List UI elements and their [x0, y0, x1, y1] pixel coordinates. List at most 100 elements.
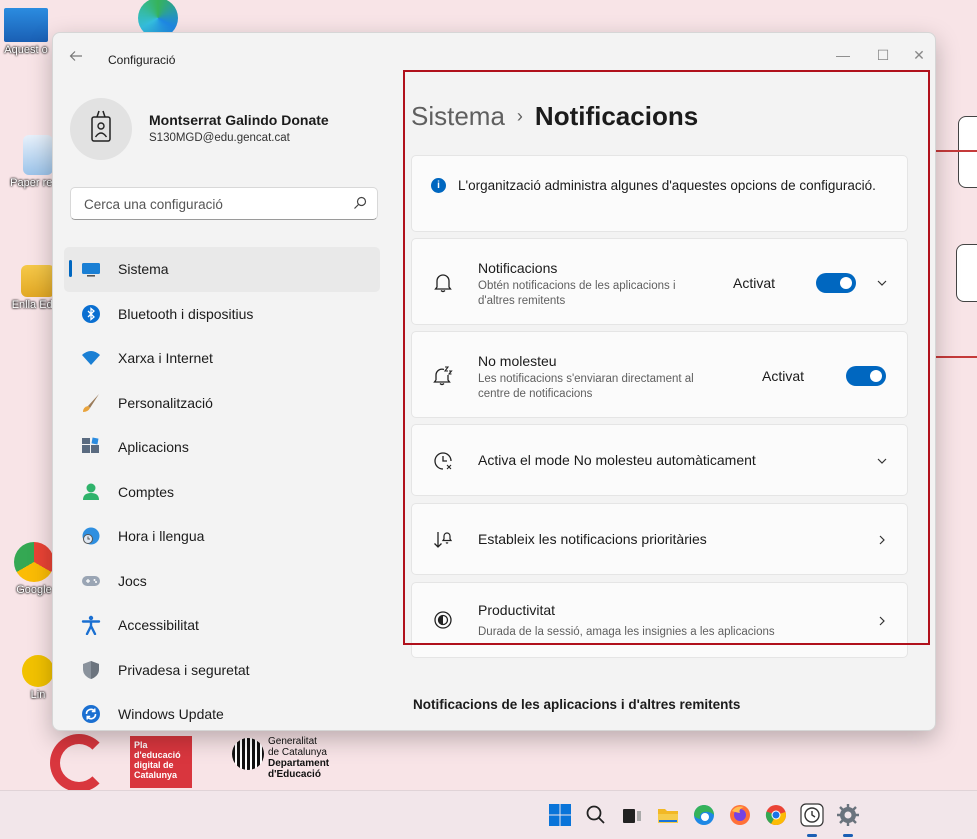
file-explorer-icon[interactable]: [656, 803, 680, 827]
productivity-subtitle: Durada de la sessió, amaga les insignies…: [478, 626, 775, 638]
sidebar-item-personalization[interactable]: Personalització: [64, 381, 380, 426]
logo-text: Departament: [268, 758, 330, 769]
task-view-icon[interactable]: [620, 803, 644, 827]
notifications-setting-row[interactable]: Notificacions Obtén notificacions de les…: [411, 238, 908, 325]
sidebar-item-apps[interactable]: Aplicacions: [64, 425, 380, 470]
sidebar-item-label: Privadesa i seguretat: [118, 661, 250, 678]
generalitat-logo: Generalitat de Catalunya Departament d'E…: [268, 736, 329, 780]
sidebar-item-accounts[interactable]: Comptes: [64, 470, 380, 515]
notifications-toggle[interactable]: [816, 273, 856, 293]
section-heading: Notificacions de les aplicacions i d'alt…: [413, 697, 741, 712]
sidebar-item-label: Personalització: [118, 394, 213, 411]
chevron-down-icon[interactable]: [875, 454, 889, 468]
wifi-icon: [82, 351, 100, 365]
search-input[interactable]: Cerca una configuració: [70, 187, 378, 220]
back-button[interactable]: [67, 49, 85, 67]
bluetooth-icon: [82, 304, 100, 323]
sidebar-item-sistema[interactable]: Sistema: [64, 247, 380, 292]
window-title: Configuració: [108, 53, 176, 67]
brush-icon: [83, 393, 99, 412]
chrome-icon: [14, 542, 54, 582]
person-icon: [83, 483, 99, 500]
focus-icon: [434, 611, 452, 629]
dnd-subtitle: centre de notificacions: [478, 388, 593, 400]
title-bar[interactable]: Configuració — ☐ ✕: [53, 33, 935, 81]
chrome-icon[interactable]: [764, 803, 788, 827]
sidebar-item-gaming[interactable]: Jocs: [64, 559, 380, 604]
notifications-title: Notificacions: [478, 260, 558, 276]
toggle-knob: [870, 370, 882, 382]
dnd-title: No molesteu: [478, 353, 557, 369]
productivity-title: Productivitat: [478, 602, 556, 618]
shortcut-icon: [22, 655, 54, 687]
pla-logo-circle: [50, 734, 108, 790]
sidebar-item-label: Windows Update: [118, 706, 224, 722]
desktop-icon-this-pc[interactable]: Aquest o: [0, 8, 56, 56]
productivity-row[interactable]: Productivitat Durada de la sessió, amaga…: [411, 582, 908, 658]
desktop-icon-label: Aquest o: [4, 44, 48, 56]
logo-text: digital de: [134, 760, 174, 770]
active-app-indicator: [807, 834, 817, 837]
nav-list: Sistema Bluetooth i dispositius Xarxa i …: [64, 247, 380, 730]
edge-icon[interactable]: [692, 803, 716, 827]
settings-window: Configuració — ☐ ✕ Montserrat Galindo Do…: [52, 32, 936, 731]
gamepad-icon: [82, 575, 100, 586]
dnd-state-label: Activat: [762, 368, 805, 384]
maximize-button[interactable]: ☐: [869, 43, 897, 67]
breadcrumb-parent[interactable]: Sistema: [411, 101, 505, 131]
chevron-down-icon[interactable]: [875, 276, 889, 290]
wallpaper-line: [936, 356, 977, 358]
avatar[interactable]: [70, 98, 132, 160]
sidebar-item-label: Jocs: [118, 572, 147, 589]
auto-dnd-setting-row[interactable]: Activa el mode No molesteu automàticamen…: [411, 424, 908, 496]
sidebar-item-network[interactable]: Xarxa i Internet: [64, 336, 380, 381]
main-content: Sistema › Notificacions i L'organització a…: [403, 81, 935, 730]
settings-icon[interactable]: [836, 803, 860, 827]
org-managed-info-card: i L'organització administra algunes d'aq…: [411, 155, 908, 232]
wallpaper-decoration: [956, 244, 977, 302]
desktop-icon-label: Google: [16, 584, 52, 596]
wallpaper-decoration: [958, 116, 977, 188]
chevron-right-icon[interactable]: [875, 533, 889, 547]
folder-icon: [21, 265, 55, 297]
sidebar-item-bluetooth[interactable]: Bluetooth i dispositius: [64, 292, 380, 337]
globe-clock-icon: [82, 527, 100, 545]
logo-text: Pla: [134, 740, 148, 750]
sidebar-item-label: Hora i llengua: [118, 528, 205, 544]
dnd-toggle[interactable]: [846, 366, 886, 386]
sidebar: Montserrat Galindo Donate S130MGD@edu.ge…: [53, 81, 393, 730]
logo-text: d'educació: [134, 750, 181, 760]
clock-app-icon[interactable]: [800, 803, 824, 827]
chevron-right-icon[interactable]: [875, 614, 889, 628]
priority-title: Estableix les notificacions prioritàries: [478, 531, 707, 547]
sidebar-item-label: Sistema: [118, 261, 169, 277]
search-icon: [354, 196, 367, 209]
sidebar-item-windows-update[interactable]: Windows Update: [64, 692, 380, 730]
sidebar-item-time-language[interactable]: Hora i llengua: [64, 514, 380, 559]
windows-start-icon[interactable]: [548, 803, 572, 827]
search-icon[interactable]: [584, 803, 608, 827]
logo-text: Generalitat: [268, 736, 317, 747]
notifications-state-label: Activat: [733, 275, 776, 291]
arrow-left-icon: [69, 51, 82, 61]
bell-snooze-icon: [433, 366, 453, 386]
sidebar-item-privacy[interactable]: Privadesa i seguretat: [64, 648, 380, 693]
bell-icon: [434, 274, 452, 293]
logo-text: Catalunya: [134, 770, 178, 780]
firefox-icon[interactable]: [728, 803, 752, 827]
info-icon: i: [431, 178, 446, 193]
logo-text: de Catalunya: [268, 747, 327, 758]
dnd-subtitle: Les notificacions s'enviaran directament…: [478, 373, 694, 385]
sidebar-item-accessibility[interactable]: Accessibilitat: [64, 603, 380, 648]
close-button[interactable]: ✕: [905, 43, 933, 67]
priority-notifications-row[interactable]: Estableix les notificacions prioritàries: [411, 503, 908, 575]
breadcrumb: Sistema › Notificacions: [411, 101, 698, 132]
badge-person-icon: [91, 110, 111, 142]
monitor-icon: [4, 8, 48, 42]
notifications-subtitle: Obtén notificacions de les aplicacions i: [478, 280, 676, 292]
notifications-subtitle: d'altres remitents: [478, 295, 566, 307]
wallpaper-logos: Pla d'educació digital de Catalunya Gene…: [50, 730, 370, 790]
sidebar-item-label: Comptes: [118, 483, 175, 500]
minimize-button[interactable]: —: [829, 43, 857, 67]
do-not-disturb-setting-row[interactable]: No molesteu Les notificacions s'enviaran…: [411, 331, 908, 418]
